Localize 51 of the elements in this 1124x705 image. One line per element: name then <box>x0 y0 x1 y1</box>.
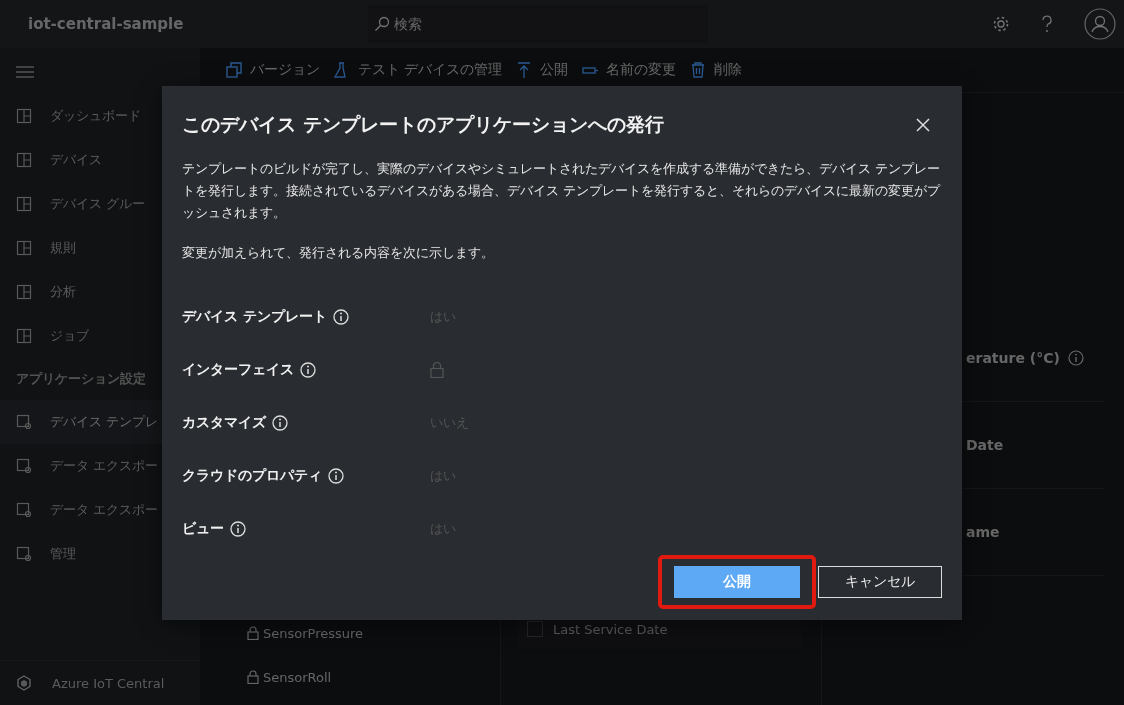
item-label: ビュー <box>182 519 224 538</box>
item-label: カスタマイズ <box>182 413 266 432</box>
search-icon <box>374 16 390 32</box>
nav-icon <box>16 108 32 124</box>
close-icon <box>916 118 930 132</box>
avatar-icon[interactable] <box>1084 8 1116 40</box>
dialog-text: テンプレートのビルドが完了し、実際のデバイスやシミュレートされたデバイスを作成する準備ができたら、デバイス テンプレートを発行します。接続されているデバイスがある場合、デバイス テンプレートを発行すると、それらのデバイスに最新の変更がプッシュされます。 <box>182 160 942 222</box>
item-label: クラウドのプロパティ <box>182 466 322 485</box>
nav-icon <box>16 196 32 212</box>
section-label: アプリケーション設定 <box>16 370 146 388</box>
property-label: ame <box>966 524 1000 540</box>
info-icon <box>332 308 349 325</box>
cancel-button[interactable]: キャンセル <box>818 566 942 598</box>
nav-icon <box>16 414 32 430</box>
dialog-text: 変更が加えられて、発行される内容を次に示します。 <box>182 244 495 262</box>
upload-icon <box>516 62 533 78</box>
dialog-title: このデバイス テンプレートのアプリケーションへの発行 <box>182 112 664 137</box>
item-label: インターフェイス <box>182 360 294 379</box>
capability-item[interactable]: SensorPressure <box>200 611 500 655</box>
nav-icon <box>16 546 32 562</box>
toolbar-button[interactable]: バージョン <box>226 61 320 79</box>
copy-icon <box>226 62 242 78</box>
item-label: デバイス テンプレート <box>182 307 327 326</box>
info-icon <box>1067 350 1084 366</box>
info-icon <box>328 467 344 484</box>
lock-icon <box>247 626 259 640</box>
publish-button[interactable]: 公開 <box>674 566 800 598</box>
app-name: iot-central-sample <box>28 15 185 33</box>
nav-icon <box>16 328 32 344</box>
info-icon <box>230 520 246 537</box>
info-icon <box>272 414 288 431</box>
nav-icon <box>16 502 32 518</box>
info-icon <box>300 361 316 378</box>
help-icon[interactable] <box>1040 14 1054 34</box>
nav-icon <box>16 240 32 256</box>
toolbar-button[interactable]: 公開 <box>516 61 569 79</box>
hexagon-icon <box>16 675 32 691</box>
lock-icon <box>247 670 259 684</box>
property-label: erature (°C) <box>966 350 1060 366</box>
property-label: Date <box>966 437 1004 453</box>
nav-icon <box>16 284 32 300</box>
nav-icon <box>16 458 32 474</box>
capability-item[interactable]: SensorRoll <box>200 655 500 699</box>
trash-icon <box>690 62 707 78</box>
nav-icon <box>16 152 32 168</box>
field-label: Last Service Date <box>553 621 668 637</box>
toolbar-button[interactable]: 名前の変更 <box>582 61 677 79</box>
settings-icon[interactable] <box>992 15 1010 33</box>
toolbar-button[interactable]: テスト デバイスの管理 <box>334 61 503 79</box>
checkbox[interactable] <box>527 621 543 637</box>
toolbar-button[interactable]: 削除 <box>690 61 743 79</box>
